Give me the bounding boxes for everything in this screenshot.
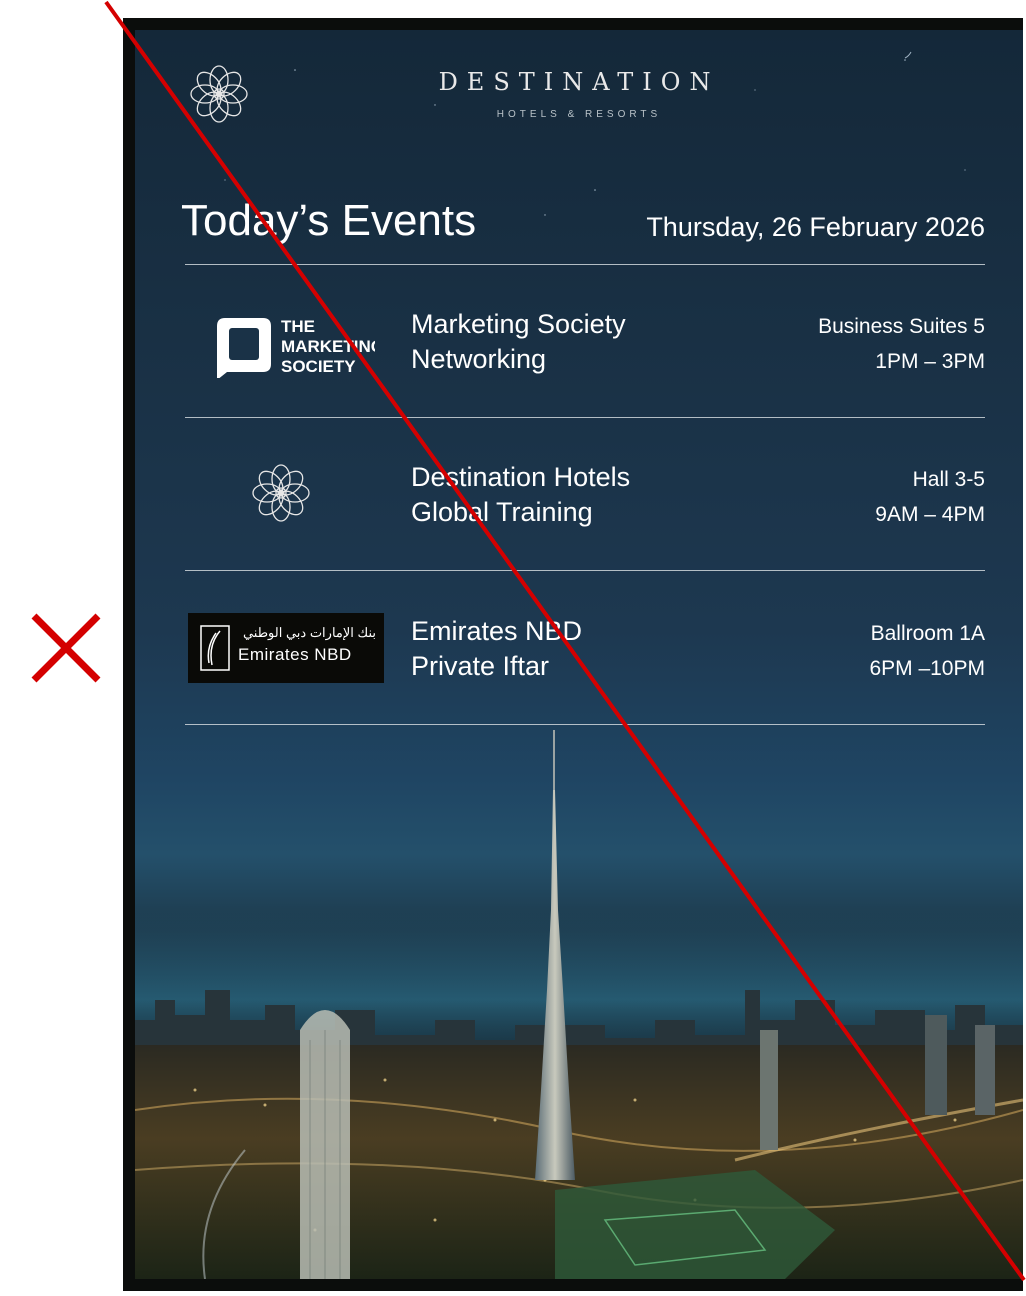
event-time: 9AM – 4PM	[875, 503, 985, 526]
event-venue: Hall 3-5	[912, 468, 985, 491]
cross-icon	[31, 613, 101, 683]
ms-logo-line3: SOCIETY	[281, 357, 356, 376]
divider	[185, 264, 985, 265]
event-name-line1: Marketing Society	[411, 309, 626, 339]
event-venue: Business Suites 5	[818, 315, 985, 338]
signage-screen: DESTINATION HOTELS & RESORTS Today’s Eve…	[135, 30, 1023, 1279]
brand-name: DESTINATION	[438, 68, 720, 96]
the-marketing-society-logo: THE MARKETING SOCIETY	[217, 317, 375, 378]
event-meta: Ballroom 1A 6PM –10PM	[869, 616, 985, 686]
event-date: Thursday, 26 February 2026	[646, 212, 985, 242]
page-title: Today’s Events	[181, 196, 477, 245]
brand-subtitle: HOTELS & RESORTS	[496, 109, 662, 120]
event-venue: Ballroom 1A	[870, 622, 985, 645]
event-name-line1: Destination Hotels	[411, 462, 631, 492]
event-time: 1PM – 3PM	[875, 350, 985, 373]
event-name-line2: Networking	[411, 344, 547, 374]
divider	[185, 417, 985, 418]
event-time: 6PM –10PM	[869, 657, 985, 680]
event-name: Destination Hotels Global Training	[411, 460, 630, 530]
divider	[185, 724, 985, 725]
event-name-line1: Emirates NBD	[411, 616, 583, 646]
ms-logo-line2: MARKETING	[281, 337, 375, 356]
flower-icon	[252, 464, 310, 522]
enbd-logo-english: Emirates NBD	[238, 645, 352, 664]
enbd-emblem-icon	[200, 625, 230, 671]
event-meta: Hall 3-5 9AM – 4PM	[875, 462, 985, 532]
event-name: Emirates NBD Private Iftar	[411, 614, 582, 684]
event-name: Marketing Society Networking	[411, 307, 626, 377]
event-name-line2: Private Iftar	[411, 651, 550, 681]
event-name-line2: Global Training	[411, 497, 593, 527]
emirates-nbd-logo: بنك الإمارات دبي الوطني Emirates NBD	[188, 613, 384, 683]
event-meta: Business Suites 5 1PM – 3PM	[818, 309, 985, 379]
enbd-logo-arabic: بنك الإمارات دبي الوطني	[242, 625, 376, 640]
divider	[185, 570, 985, 571]
ms-logo-line1: THE	[281, 317, 315, 336]
